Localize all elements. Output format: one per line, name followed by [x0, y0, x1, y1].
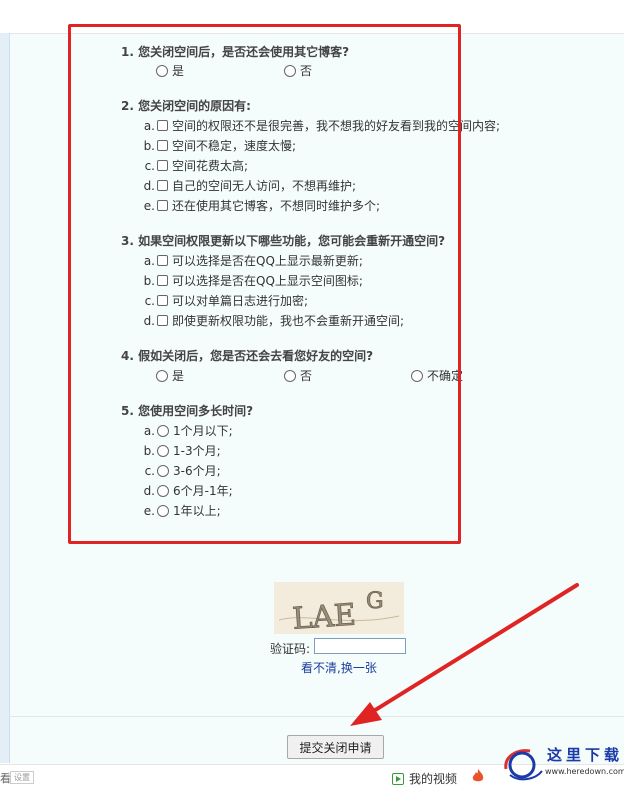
captcha-refresh-link[interactable]: 看不清,换一张	[301, 659, 377, 676]
my-video-link[interactable]: 我的视频	[392, 770, 457, 787]
captcha-label: 验证码:	[270, 642, 311, 656]
svg-text:LAE: LAE	[291, 598, 357, 634]
left-rail	[0, 33, 10, 763]
captcha-graphic: LAE G	[274, 582, 404, 637]
svg-text:G: G	[366, 589, 384, 614]
video-label: 我的视频	[409, 772, 458, 786]
highlight-box	[68, 24, 461, 544]
watermark-title: 这里下载	[547, 746, 624, 764]
play-icon	[392, 772, 404, 785]
captcha-image[interactable]: LAE G	[274, 582, 404, 637]
flame-icon[interactable]	[472, 769, 484, 783]
captcha-input[interactable]	[314, 638, 406, 654]
bottom-left-button[interactable]: 设置	[10, 771, 34, 784]
watermark-url: www.heredown.com	[545, 767, 624, 776]
submit-close-request-button[interactable]: 提交关闭申请	[287, 735, 384, 759]
